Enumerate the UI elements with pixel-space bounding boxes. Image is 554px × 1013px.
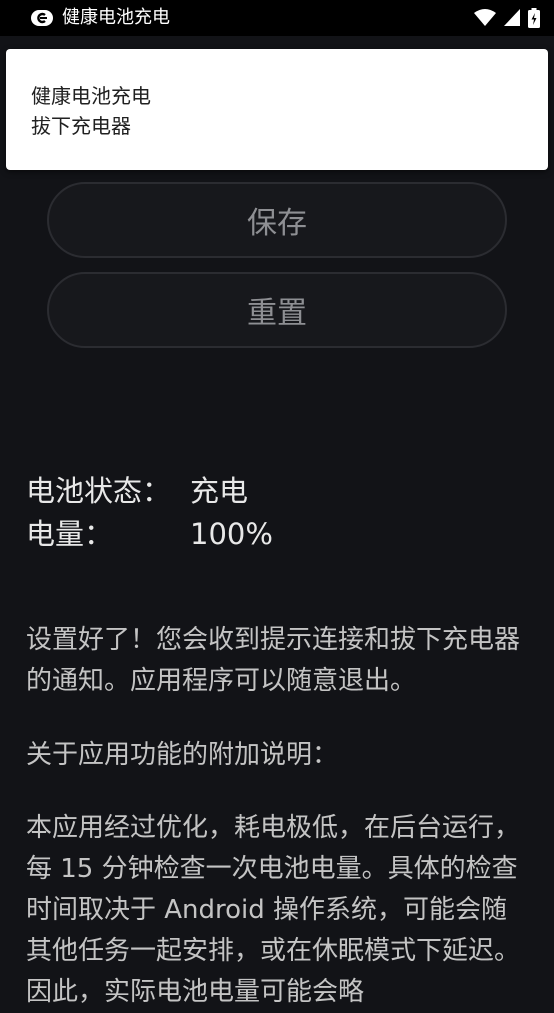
battery-level-row: 电量： 100% [26,513,273,555]
status-bar-app-title: 健康电池充电 [62,7,170,28]
additional-notes-heading: 关于应用功能的附加说明： [26,740,339,770]
battery-level-value: 100% [190,517,273,551]
wifi-icon [474,9,496,27]
battery-level-label: 电量： [26,517,114,551]
notification-title: 健康电池充电 [31,84,151,108]
battery-status-label: 电池状态： [26,474,172,508]
battery-icon [528,8,540,28]
notification-text: 拔下充电器 [31,114,131,138]
reset-button[interactable]: 重置 [47,272,507,348]
app-c-icon [30,6,54,30]
battery-status-row: 电池状态： 充电 [26,470,248,512]
charger-notification[interactable]: 健康电池充电 拔下充电器 [6,49,548,170]
setup-complete-text: 设置好了！您会收到提示连接和拔下充电器的通知。应用程序可以随意退出。 [26,625,521,696]
save-button[interactable]: 保存 [47,182,507,258]
cell-signal-icon [504,9,520,27]
optimization-notes-text: 本应用经过优化，耗电极低，在后台运行，每 15 分钟检查一次电池电量。具体的检查… [26,813,521,1007]
status-bar: 健康电池充电 [0,0,554,36]
battery-status-value: 充电 [190,474,249,508]
